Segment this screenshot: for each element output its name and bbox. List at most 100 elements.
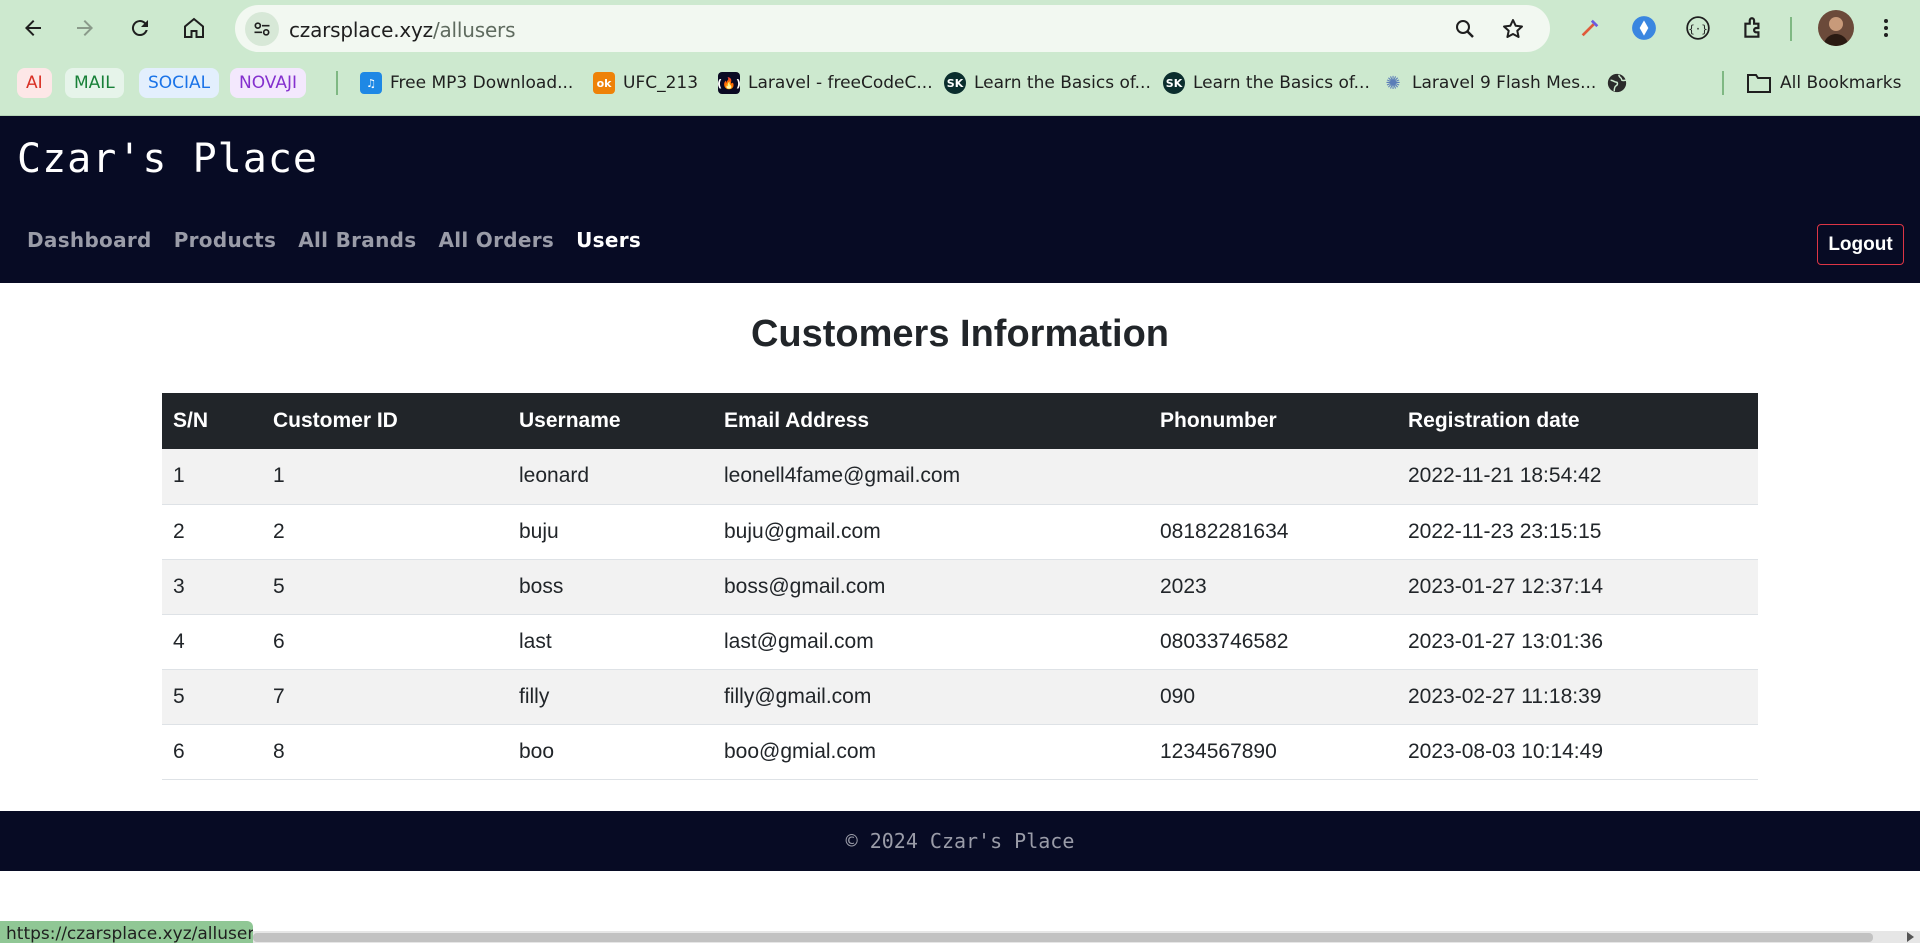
cell-customer-id: 7: [262, 669, 508, 725]
cell-customer-id: 2: [262, 504, 508, 560]
freecodecamp-icon: (🔥): [717, 72, 741, 94]
ok-ru-icon: ok: [593, 72, 615, 94]
extension-braces-icon[interactable]: {·}: [1683, 13, 1713, 43]
cell-phone: 090: [1149, 669, 1397, 725]
bookmark-item[interactable]: SK Learn the Basics of...: [1163, 68, 1370, 98]
cell-username: filly: [508, 669, 713, 725]
cell-customer-id: 1: [262, 449, 508, 505]
tune-icon: [254, 22, 270, 36]
bookmark-item[interactable]: ♫ Free MP3 Download...: [360, 68, 573, 98]
svg-text:{·}: {·}: [1688, 22, 1708, 35]
cell-registration-date: 2023-01-27 12:37:14: [1397, 559, 1758, 615]
cell-registration-date: 2023-08-03 10:14:49: [1397, 724, 1758, 780]
music-note-icon: ♫: [360, 72, 382, 94]
bookmark-item[interactable]: ✺ Laravel 9 Flash Mes...: [1382, 68, 1596, 98]
table-row: 1 1 leonard leonell4fame@gmail.com 2022-…: [162, 449, 1758, 505]
horizontal-scrollbar[interactable]: [253, 931, 1920, 943]
bookmark-group-social[interactable]: SOCIAL: [139, 68, 220, 98]
column-header-phone[interactable]: Phonumber: [1149, 393, 1397, 449]
status-bar-url: https://czarsplace.xyz/allusers: [0, 921, 253, 943]
bookmark-label: Laravel 9 Flash Mes...: [1412, 73, 1597, 93]
nav-all-brands[interactable]: All Brands: [298, 228, 416, 252]
bookmark-label: Laravel - freeCodeC...: [748, 73, 933, 93]
table-header-row: S/N Customer ID Username Email Address P…: [162, 393, 1758, 449]
profile-avatar[interactable]: [1818, 10, 1854, 46]
bookmark-label: Learn the Basics of...: [1193, 73, 1370, 93]
logout-button[interactable]: Logout: [1817, 224, 1904, 265]
url-path: /allusers: [432, 18, 516, 42]
nav-products[interactable]: Products: [174, 228, 277, 252]
sk-icon: SK: [944, 72, 966, 94]
nav-links: Dashboard Products All Brands All Orders…: [27, 228, 641, 252]
cell-registration-date: 2023-01-27 13:01:36: [1397, 614, 1758, 670]
cell-username: buju: [508, 504, 713, 560]
column-header-customer-id[interactable]: Customer ID: [262, 393, 508, 449]
cell-sn: 4: [162, 614, 262, 670]
scroll-right-arrow-icon[interactable]: [1907, 932, 1914, 942]
extension-gem-icon[interactable]: [1629, 13, 1659, 43]
bookmarks-divider: [336, 71, 338, 95]
extensions-puzzle-icon[interactable]: [1738, 13, 1768, 43]
table-row: 2 2 buju buju@gmail.com 08182281634 2022…: [162, 504, 1758, 560]
forward-button[interactable]: [67, 10, 103, 46]
cell-phone: 08033746582: [1149, 614, 1397, 670]
all-bookmarks-button[interactable]: All Bookmarks: [1746, 68, 1901, 98]
column-header-email[interactable]: Email Address: [713, 393, 1149, 449]
url-text[interactable]: czarsplace.xyz/allusers: [289, 18, 515, 42]
globe-icon: [1607, 73, 1627, 93]
bookmark-item[interactable]: [1606, 68, 1628, 98]
cell-email: last@gmail.com: [713, 614, 1149, 670]
bookmark-item[interactable]: (🔥) Laravel - freeCodeC...: [717, 68, 933, 98]
cell-username: last: [508, 614, 713, 670]
bookmark-star-icon[interactable]: [1501, 17, 1525, 41]
site-info-button[interactable]: [245, 12, 279, 46]
scrollbar-thumb[interactable]: [253, 933, 1873, 942]
nav-dashboard[interactable]: Dashboard: [27, 228, 152, 252]
address-bar[interactable]: czarsplace.xyz/allusers: [235, 5, 1550, 52]
home-button[interactable]: [176, 10, 212, 46]
nav-users[interactable]: Users: [576, 228, 641, 252]
brand-logo[interactable]: Czar's Place: [17, 136, 318, 182]
cell-phone: 2023: [1149, 559, 1397, 615]
back-button[interactable]: [15, 10, 51, 46]
bookmarks-bar: AI MAIL SOCIAL NOVAJI ♫ Free MP3 Downloa…: [0, 64, 1920, 104]
column-header-registration-date[interactable]: Registration date: [1397, 393, 1758, 449]
toolbar-divider: [1790, 17, 1792, 41]
column-header-username[interactable]: Username: [508, 393, 713, 449]
cell-sn: 1: [162, 449, 262, 505]
zoom-icon[interactable]: [1453, 17, 1477, 41]
bookmark-group-mail[interactable]: MAIL: [65, 68, 124, 98]
cell-registration-date: 2023-02-27 11:18:39: [1397, 669, 1758, 725]
bookmark-group-ai[interactable]: AI: [17, 68, 52, 98]
cell-email: leonell4fame@gmail.com: [713, 449, 1149, 505]
nav-all-orders[interactable]: All Orders: [438, 228, 554, 252]
extension-colorpicker-icon[interactable]: [1575, 13, 1605, 43]
cell-phone: 1234567890: [1149, 724, 1397, 780]
cell-sn: 2: [162, 504, 262, 560]
cell-sn: 6: [162, 724, 262, 780]
browser-menu-icon[interactable]: [1871, 13, 1901, 43]
reload-button[interactable]: [122, 10, 158, 46]
bookmarks-divider: [1722, 71, 1724, 95]
table-row: 6 8 boo boo@gmial.com 1234567890 2023-08…: [162, 724, 1758, 780]
cell-username: boss: [508, 559, 713, 615]
bookmark-item[interactable]: ok UFC_213: [593, 68, 698, 98]
bookmark-item[interactable]: SK Learn the Basics of...: [944, 68, 1151, 98]
cell-sn: 5: [162, 669, 262, 725]
cell-customer-id: 8: [262, 724, 508, 780]
cell-email: boss@gmail.com: [713, 559, 1149, 615]
cell-customer-id: 5: [262, 559, 508, 615]
column-header-sn[interactable]: S/N: [162, 393, 262, 449]
cell-username: leonard: [508, 449, 713, 505]
footer-copyright: © 2024 Czar's Place: [845, 829, 1075, 853]
all-bookmarks-label: All Bookmarks: [1780, 73, 1902, 93]
cell-username: boo: [508, 724, 713, 780]
browser-chrome: czarsplace.xyz/allusers {·} AI MAIL SOCI…: [0, 0, 1920, 116]
bookmark-label: Free MP3 Download...: [390, 73, 574, 93]
cell-email: boo@gmial.com: [713, 724, 1149, 780]
bookmark-group-novaji[interactable]: NOVAJI: [230, 68, 306, 98]
sk-icon: SK: [1163, 72, 1185, 94]
table-row: 3 5 boss boss@gmail.com 2023 2023-01-27 …: [162, 559, 1758, 615]
cell-phone: 08182281634: [1149, 504, 1397, 560]
cell-registration-date: 2022-11-23 23:15:15: [1397, 504, 1758, 560]
